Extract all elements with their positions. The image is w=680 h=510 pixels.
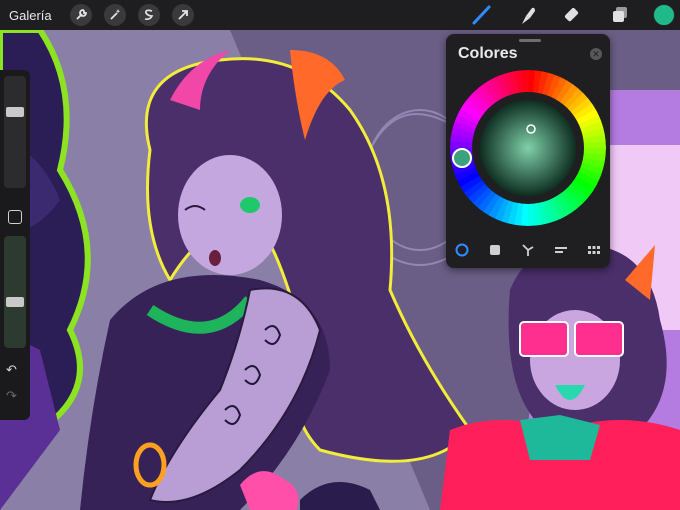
left-sidebar: ↶ ↷ [0,70,30,420]
wrench-icon[interactable] [69,4,92,26]
selection-icon[interactable] [137,4,160,26]
close-icon[interactable]: ✕ [590,48,602,60]
square-icon[interactable] [8,210,22,224]
palettes-icon[interactable] [584,240,604,260]
eraser-icon[interactable] [561,2,587,28]
right-tools [469,0,680,30]
top-toolbar: Galería [0,0,680,30]
transform-arrow-icon[interactable] [171,4,194,26]
undo-icon[interactable]: ↶ [6,362,17,378]
color-wheel[interactable] [450,70,606,226]
magic-wand-icon[interactable] [103,4,126,26]
disc-icon[interactable] [452,240,472,260]
panel-grabber[interactable] [519,39,541,42]
classic-icon[interactable] [485,240,505,260]
brush-size-slider[interactable] [4,76,26,188]
harmony-icon[interactable] [518,240,538,260]
redo-icon[interactable]: ↷ [6,388,17,404]
smudge-icon[interactable] [515,2,541,28]
saturation-disc[interactable] [480,100,576,196]
brush-size-thumb[interactable] [6,106,24,117]
brush-icon[interactable] [469,2,495,28]
hue-picker[interactable] [452,148,472,168]
opacity-slider[interactable] [4,236,26,348]
panel-title: Colores [458,45,518,62]
color-mode-tabs [446,240,610,260]
value-icon[interactable] [551,240,571,260]
current-color-swatch[interactable] [653,4,675,26]
colors-panel: Colores ✕ [446,34,610,268]
layers-icon[interactable] [607,2,633,28]
opacity-thumb[interactable] [6,297,24,308]
gallery-button[interactable]: Galería [9,8,52,23]
